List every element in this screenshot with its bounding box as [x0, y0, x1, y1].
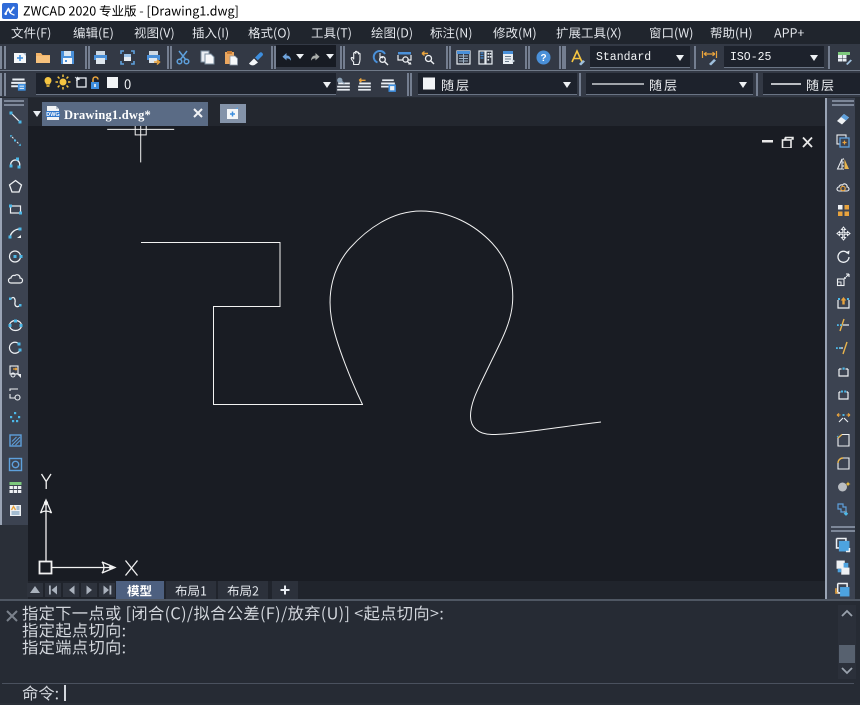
- svg-text:DWG: DWG: [46, 112, 59, 118]
- svg-text:?: ?: [540, 53, 546, 64]
